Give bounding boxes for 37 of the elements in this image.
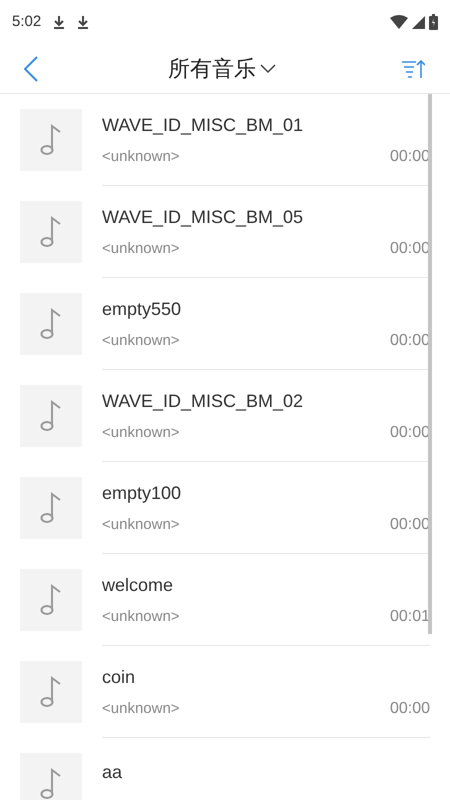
- title-dropdown[interactable]: 所有音乐: [168, 52, 276, 85]
- song-title: welcome: [102, 574, 174, 597]
- song-row[interactable]: coin <unknown> 00:00: [0, 646, 450, 738]
- song-title: empty100: [102, 482, 182, 505]
- battery-icon: [429, 14, 438, 30]
- song-artist: <unknown>: [102, 514, 180, 534]
- music-note-icon: [40, 215, 62, 249]
- scrollbar[interactable]: [428, 94, 432, 634]
- download-icon: [53, 15, 66, 29]
- music-note-icon: [40, 399, 62, 433]
- song-artist: <unknown>: [102, 422, 180, 442]
- music-note-icon: [40, 767, 62, 800]
- music-note-icon: [40, 675, 62, 709]
- song-artist: <unknown>: [102, 606, 180, 626]
- chevron-down-icon: [260, 64, 276, 74]
- song-title: aa: [102, 761, 124, 784]
- wifi-icon: [390, 15, 408, 29]
- music-note-icon: [40, 307, 62, 341]
- song-row[interactable]: welcome <unknown> 00:01: [0, 554, 450, 646]
- song-row[interactable]: aa: [0, 738, 450, 800]
- song-duration: 00:00: [390, 698, 430, 719]
- download-icon: [77, 15, 90, 29]
- song-duration: 00:01: [390, 606, 430, 627]
- song-title: WAVE_ID_MISC_BM_02: [102, 390, 304, 413]
- music-note-icon: [40, 583, 62, 617]
- song-title: coin: [102, 666, 136, 689]
- song-artist: <unknown>: [102, 698, 180, 718]
- song-artist: <unknown>: [102, 238, 180, 258]
- status-time: 5:02: [12, 12, 42, 32]
- song-artist: <unknown>: [102, 146, 180, 166]
- signal-icon: [412, 16, 425, 28]
- song-artist: <unknown>: [102, 330, 180, 350]
- song-title: WAVE_ID_MISC_BM_01: [102, 114, 304, 137]
- music-note-icon: [40, 491, 62, 525]
- music-note-icon: [40, 123, 62, 157]
- song-title: WAVE_ID_MISC_BM_05: [102, 206, 304, 229]
- song-title: empty550: [102, 298, 182, 321]
